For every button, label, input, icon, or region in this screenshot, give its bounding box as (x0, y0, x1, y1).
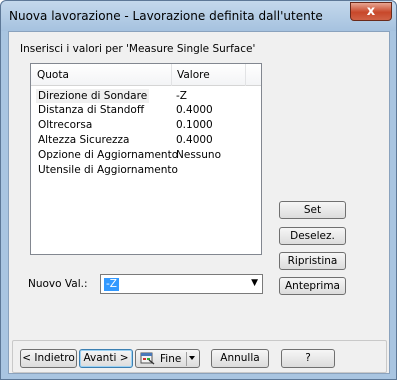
new-value-text: -Z (104, 278, 119, 291)
close-button[interactable]: x (350, 2, 392, 21)
list-item[interactable]: Opzione di Aggiornamento Nessuno (31, 148, 261, 162)
column-header-quota[interactable]: Quota (37, 69, 69, 81)
row-quota: Opzione di Aggiornamento (38, 149, 179, 161)
restore-button[interactable]: Ripristina (279, 252, 346, 270)
row-quota: Oltrecorsa (38, 119, 93, 131)
finish-label: Fine (160, 353, 182, 365)
list-item[interactable]: Oltrecorsa 0.1000 (31, 118, 261, 132)
row-valore: Nessuno (176, 149, 221, 161)
title-bar: Nuova lavorazione - Lavorazione definita… (1, 1, 396, 31)
row-quota: Utensile di Aggiornamento (38, 164, 178, 176)
row-valore: 0.4000 (176, 104, 213, 116)
column-separator[interactable] (245, 64, 246, 86)
list-item[interactable]: Direzione di Sondare -Z (31, 89, 261, 103)
new-value-combobox[interactable]: -Z ▼ (100, 274, 263, 294)
parameters-list[interactable]: Quota Valore Direzione di Sondare -Z Dis… (30, 63, 262, 255)
finish-split-button[interactable]: Fine (135, 349, 200, 368)
finish-icon (140, 352, 155, 365)
deselect-button[interactable]: Deselez. (279, 227, 346, 245)
instruction-text: Inserisci i valori per 'Measure Single S… (20, 43, 256, 55)
column-header-valore[interactable]: Valore (177, 69, 210, 81)
back-button[interactable]: < Indietro (20, 349, 77, 368)
split-divider (186, 352, 187, 366)
row-quota: Distanza di Standoff (38, 104, 145, 116)
row-valore: -Z (176, 90, 187, 102)
window-title: Nuova lavorazione - Lavorazione definita… (9, 9, 323, 23)
list-item[interactable]: Utensile di Aggiornamento (31, 163, 261, 177)
row-quota: Altezza Sicurezza (38, 134, 130, 146)
dialog-window: Nuova lavorazione - Lavorazione definita… (0, 0, 397, 380)
list-header: Quota Valore (31, 64, 261, 86)
list-item[interactable]: Altezza Sicurezza 0.4000 (31, 133, 261, 147)
column-separator[interactable] (171, 64, 172, 86)
chevron-down-icon[interactable] (189, 356, 195, 360)
preview-button[interactable]: Anteprima (279, 277, 346, 295)
dialog-body: Inserisci i valori per 'Measure Single S… (8, 31, 390, 374)
next-button[interactable]: Avanti > (79, 349, 133, 368)
list-item[interactable]: Distanza di Standoff 0.4000 (31, 103, 261, 117)
row-quota: Direzione di Sondare (36, 89, 150, 103)
cancel-button[interactable]: Annulla (211, 349, 269, 368)
row-valore: 0.1000 (176, 119, 213, 131)
new-value-label: Nuovo Val.: (28, 278, 88, 290)
set-button[interactable]: Set (279, 201, 346, 219)
row-valore: 0.4000 (176, 134, 213, 146)
help-button[interactable]: ? (281, 349, 335, 368)
chevron-down-icon[interactable]: ▼ (251, 278, 258, 288)
